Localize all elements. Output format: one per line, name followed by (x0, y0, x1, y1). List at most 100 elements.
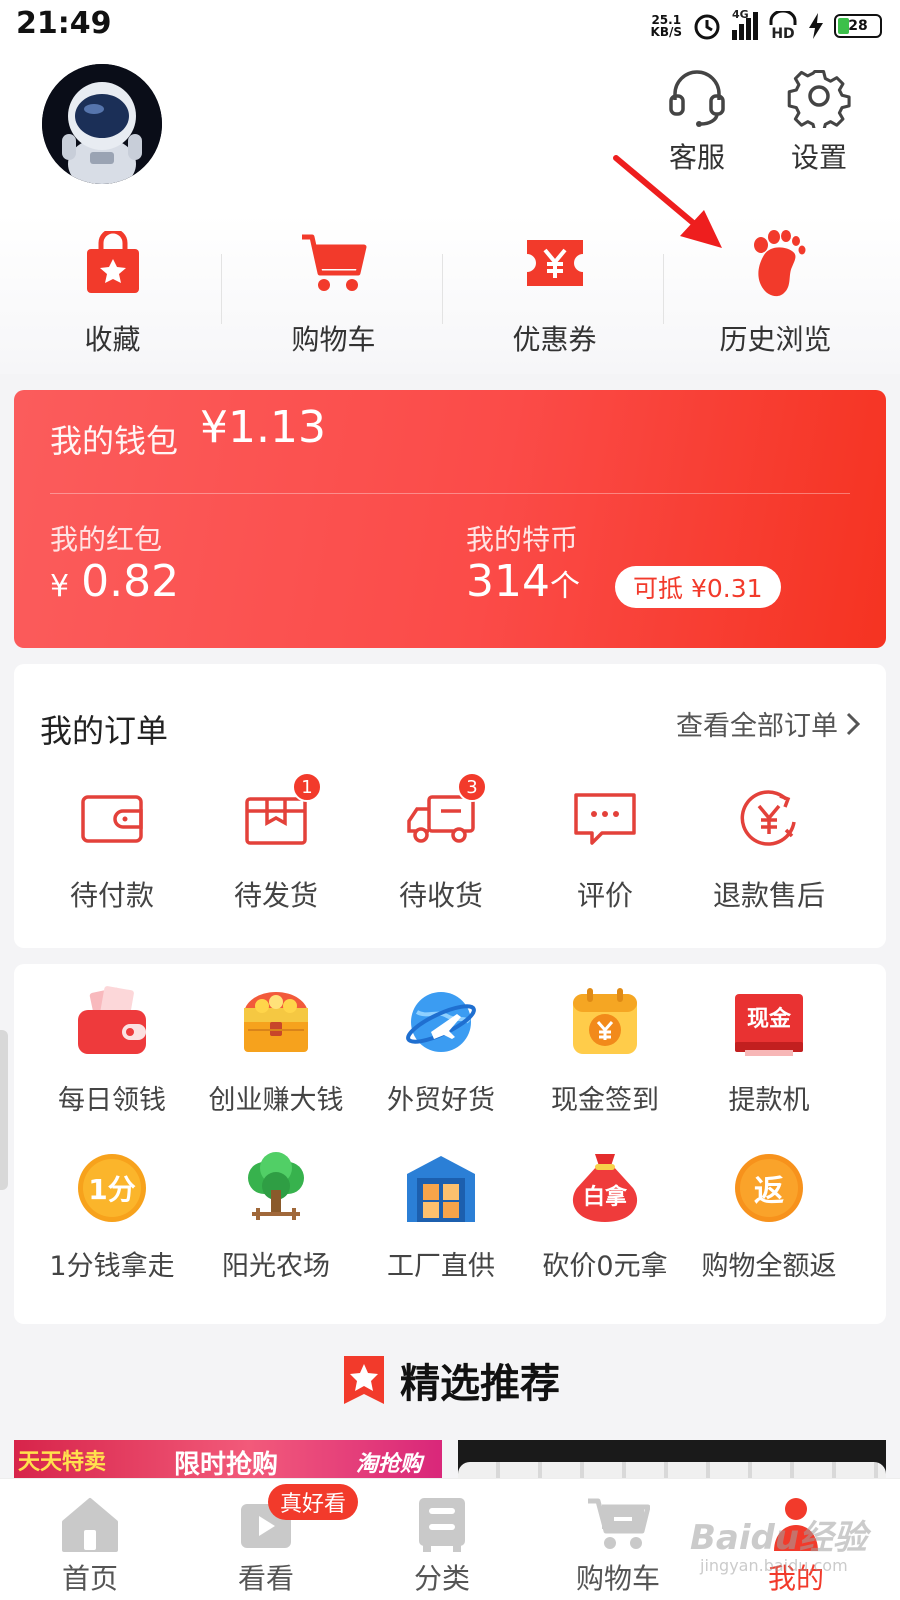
service-full-rebate[interactable]: 返 购物全额返 (685, 1150, 853, 1310)
quick-link-label: 优惠券 (512, 323, 597, 356)
order-review[interactable]: 评价 (521, 784, 689, 934)
view-all-orders-link[interactable]: 查看全部订单 (676, 704, 860, 743)
service-foreign-trade[interactable]: 外贸好货 (357, 984, 525, 1144)
recommend-header: 精选推荐 (0, 1350, 900, 1410)
quick-link-cart[interactable]: 购物车 (221, 214, 446, 374)
watermark-brand: Baidu经验 (690, 1518, 868, 1558)
favorite-bag-icon (86, 231, 139, 293)
red-wallet-icon (78, 986, 146, 1054)
recommend-title: 精选推荐 (400, 1361, 560, 1407)
settings-button[interactable]: 设置 (774, 64, 864, 184)
wallet-total: ¥1.13 (200, 402, 326, 453)
battery-icon: 28 (834, 14, 882, 38)
watermark-url: jingyan.baidu.com (700, 1556, 848, 1575)
refund-icon (740, 790, 796, 846)
order-count-badge: 1 (292, 772, 322, 802)
tab-label: 分类 (413, 1562, 470, 1595)
quick-links: 收藏 购物车 优惠券 历史浏览 (0, 214, 900, 374)
order-status-label: 评价 (576, 879, 633, 912)
one-cent-text: 1分 (88, 1173, 136, 1206)
hd-label: HD (771, 26, 795, 42)
divider (50, 493, 850, 494)
service-label: 砍价0元拿 (542, 1251, 668, 1282)
cart-icon (588, 1498, 650, 1549)
calendar-coin-icon (573, 988, 637, 1054)
view-all-orders-label: 查看全部订单 (676, 711, 838, 742)
order-pending-payment[interactable]: 待付款 (28, 784, 196, 934)
alarm-icon (694, 14, 720, 40)
coin-unit: 个 (549, 569, 580, 604)
order-status-label: 待收货 (398, 879, 483, 912)
star-badge-icon (344, 1356, 384, 1404)
cart-icon (301, 234, 366, 291)
wallet-card[interactable]: 我的钱包 ¥1.13 我的红包 ¥ 0.82 我的特币 314 个 可抵 ¥0.… (14, 390, 886, 648)
service-label: 提款机 (728, 1085, 810, 1116)
services-grid: 每日领钱 创业赚大钱 外贸好货 现金签到 现金 提款机 1分 1分钱拿走 阳光农… (14, 964, 886, 1324)
network-speed-unit: KB/S (650, 25, 682, 39)
coin-value: 314 (466, 556, 550, 607)
coin-amount[interactable]: 314 个 (466, 556, 580, 607)
status-time: 21:49 (16, 6, 112, 41)
service-cash-checkin[interactable]: 现金签到 (521, 984, 689, 1144)
service-label: 现金签到 (551, 1085, 659, 1116)
status-bar: 21:49 25.1 KB/S 4G HD 28 (0, 0, 900, 54)
orders-title: 我的订单 (40, 712, 169, 750)
service-label: 每日领钱 (58, 1085, 166, 1116)
service-cash-machine[interactable]: 现金 提款机 (685, 984, 853, 1144)
astronaut-avatar-image (42, 64, 162, 184)
red-packet-label: 我的红包 (50, 523, 163, 556)
service-daily-cash[interactable]: 每日领钱 (28, 984, 196, 1144)
order-pending-shipment[interactable]: 1 待发货 (192, 772, 360, 934)
order-pending-receipt[interactable]: 3 待收货 (357, 772, 525, 934)
rebate-text: 返 (754, 1174, 784, 1209)
quick-link-label: 历史浏览 (719, 323, 832, 356)
service-one-cent[interactable]: 1分 1分钱拿走 (28, 1150, 196, 1310)
settings-label: 设置 (790, 141, 847, 174)
order-refund[interactable]: 退款售后 (685, 784, 853, 934)
order-count-badge: 3 (457, 772, 487, 802)
tab-category[interactable]: 分类 (352, 1479, 532, 1600)
footprint-icon (753, 230, 805, 297)
wallet-title: 我的钱包 (50, 422, 179, 460)
factory-icon (407, 1156, 475, 1222)
flash-sale-banner[interactable]: 天天特卖 限时抢购 淘抢购 (14, 1440, 442, 1480)
coin-label: 我的特币 (466, 523, 579, 556)
network-type: 4G (732, 8, 749, 21)
service-label: 阳光农场 (222, 1251, 330, 1282)
category-icon (419, 1498, 465, 1552)
network-speed: 25.1 KB/S (651, 14, 682, 38)
quick-link-favorites[interactable]: 收藏 (0, 214, 225, 374)
hd-icon: HD (768, 11, 798, 41)
bargain-text: 白拿 (582, 1185, 627, 1210)
charging-icon (809, 13, 823, 39)
status-icons: 25.1 KB/S 4G HD 28 (651, 8, 882, 44)
red-packet-amount[interactable]: ¥ 0.82 (50, 556, 179, 607)
side-drawer-handle[interactable] (0, 1030, 8, 1190)
comment-icon (574, 793, 636, 845)
gear-icon (787, 69, 851, 128)
globe-plane-icon (406, 992, 476, 1052)
quick-link-label: 购物车 (291, 323, 376, 356)
tree-icon (248, 1152, 304, 1220)
battery-level: 28 (848, 18, 868, 34)
coin-offset-badge: 可抵 ¥0.31 (615, 566, 781, 608)
banner-brand: 淘抢购 (356, 1452, 423, 1477)
tab-label: 购物车 (575, 1562, 660, 1595)
service-factory-direct[interactable]: 工厂直供 (357, 1150, 525, 1310)
service-bargain[interactable]: 白拿 砍价0元拿 (521, 1150, 689, 1310)
headset-icon (669, 70, 725, 127)
quick-link-label: 收藏 (84, 323, 141, 356)
signal-icon: 4G (732, 8, 758, 40)
tab-cart[interactable]: 购物车 (528, 1479, 708, 1600)
service-label: 1分钱拿走 (49, 1251, 175, 1282)
red-packet-value: 0.82 (81, 556, 180, 607)
service-label: 购物全额返 (701, 1251, 837, 1282)
service-sunny-farm[interactable]: 阳光农场 (192, 1150, 360, 1310)
product-banner[interactable] (458, 1440, 886, 1480)
chevron-right-icon (846, 712, 860, 735)
tab-home[interactable]: 首页 (0, 1479, 180, 1600)
service-business[interactable]: 创业赚大钱 (192, 984, 360, 1144)
annotation-arrow (613, 155, 722, 248)
avatar[interactable] (42, 64, 162, 184)
service-label: 外贸好货 (387, 1085, 495, 1116)
